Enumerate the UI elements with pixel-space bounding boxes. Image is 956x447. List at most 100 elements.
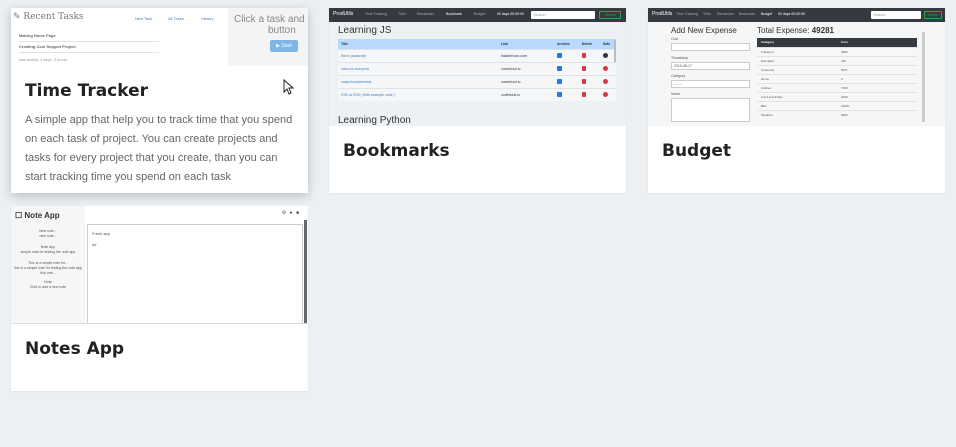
col-header: Category [757, 38, 837, 47]
note-icon: ☐ [15, 211, 23, 220]
bookmarks-screenshot: ProdUtils Time Tracking ToDo Remainder B… [329, 8, 626, 126]
click-task-prompt: Click a task and h button [234, 14, 308, 36]
nav-history: History [201, 16, 214, 21]
list-item: This is a simple note for... this is a s… [14, 261, 82, 275]
nav-item: 00 days 00:00:00 [497, 12, 524, 16]
note-editor: Fresh app ## [87, 224, 303, 323]
task-row: Making Home Page [19, 33, 56, 38]
nav-item: Bookmark [739, 12, 755, 16]
nav-item: Time Tracking [365, 12, 387, 16]
notes-sidebar: ☐ Note App New note... new note... Note … [11, 206, 85, 323]
field-label: Notes [671, 92, 681, 96]
col-header: Cost [837, 38, 917, 47]
archive-icon [557, 52, 562, 58]
window-controls: ⚙ ● ■ [281, 210, 300, 216]
delete-icon [581, 52, 586, 58]
nav-item: Budget [474, 12, 486, 16]
scrollbar [922, 32, 925, 122]
project-card-bookmarks[interactable]: ProdUtils Time Tracking ToDo Remainder B… [329, 8, 626, 193]
table-row: University 3571 [757, 64, 917, 74]
search-button: Search [924, 11, 942, 19]
nav-item: Remainder [717, 12, 735, 16]
category-select: ------- [671, 80, 750, 88]
nav-all-tasks: All Tasks [168, 16, 184, 21]
notes-screenshot: ☐ Note App New note... new note... Note … [11, 206, 308, 324]
project-card-time-tracker[interactable]: ✎ Recent Tasks New Task All Tasks Histor… [11, 8, 308, 193]
budget-screenshot: ProdUtils Time Tracking ToDo Remainder B… [648, 8, 945, 126]
safe-icon [602, 52, 608, 58]
table-row: Home 0 [757, 73, 917, 83]
table-row: Transport 4850 [757, 46, 917, 56]
divider [19, 41, 159, 42]
bookmark-title: vuejs-fundamentals [338, 74, 498, 88]
card-title: Notes App [25, 339, 125, 359]
timestamp-field: 2019-08-17 [671, 62, 750, 70]
bookmark-link: vueschool.io [498, 74, 554, 88]
editor-line: ## [92, 242, 97, 247]
total-expense: Total Expense: 49281 [757, 26, 834, 35]
recent-tasks-panel: ✎ Recent Tasks New Task All Tasks Histor… [11, 8, 228, 66]
table-row: Education 440 [757, 55, 917, 65]
form-title: Add New Expense [671, 26, 737, 35]
project-card-budget[interactable]: ProdUtils Time Tracking ToDo Remainder B… [648, 8, 945, 193]
list-item: Note App simple note for testing the not… [20, 245, 76, 254]
folder-heading: Learning JS [338, 25, 392, 36]
mouse-cursor-icon [283, 79, 295, 95]
cost-field [671, 43, 750, 51]
bookmarks-table: Title Link Archive Delete Safe this in j… [338, 39, 616, 101]
app-title: ☐ Note App [15, 211, 60, 220]
card-title: Budget [662, 141, 732, 161]
project-card-notes[interactable]: ☐ Note App New note... new note... Note … [11, 206, 308, 391]
table-row: this in javascript hackernoon.com [338, 48, 616, 62]
nav-item: Time Tracking [676, 12, 698, 16]
delete-icon [581, 78, 586, 84]
folder-heading: Learning Python [338, 115, 411, 126]
unsafe-icon [602, 78, 608, 84]
bookmark-title: vuex-for-everyone [338, 61, 498, 75]
table-row: vuex-for-everyone vueschool.io [338, 61, 616, 75]
delete-icon [581, 65, 586, 71]
scrollbar [614, 40, 616, 62]
editor-title: Fresh app [92, 231, 111, 236]
last-activity: last activity 4 days, 3 hours [19, 57, 68, 62]
brand: ProdUtils [333, 11, 354, 17]
notes-field [671, 98, 750, 122]
bookmark-link: vueschool.io [498, 61, 554, 75]
search-input: Search [871, 11, 921, 19]
divider [19, 52, 159, 53]
play-icon: ▶ [276, 43, 280, 49]
col-header: Title [338, 39, 498, 49]
col-header: Archive [554, 39, 579, 49]
bookmark-link: codeburst.io [498, 87, 554, 101]
table-row: ES6 vs ES5 ( With example code ) codebur… [338, 87, 616, 101]
navbar: ProdUtils Time Tracking ToDo Remainder B… [648, 8, 945, 22]
unsafe-icon [602, 65, 608, 71]
task-row: Creating Cool Snippet Project [19, 44, 76, 49]
archive-icon [557, 78, 562, 84]
list-item: New note... new note... [39, 229, 57, 238]
brand: ProdUtils [652, 11, 673, 17]
bookmark-title: ES6 vs ES5 ( With example code ) [338, 87, 498, 101]
archive-icon [557, 65, 562, 71]
table-row: Medicine 6900 [757, 109, 917, 119]
table-row: Bills 19220 [757, 100, 917, 110]
archive-icon [557, 91, 562, 97]
feather-icon: ✎ [13, 12, 21, 22]
unsafe-icon [602, 91, 608, 97]
search-input: Search [531, 11, 595, 19]
start-panel: Click a task and h button ▶ Start [228, 8, 308, 66]
time-tracker-screenshot: ✎ Recent Tasks New Task All Tasks Histor… [11, 8, 308, 66]
recent-tasks-heading: ✎ Recent Tasks [13, 12, 84, 22]
card-title: Time Tracker [25, 81, 149, 101]
table-row: vuejs-fundamentals vueschool.io [338, 74, 616, 88]
table-row: Clothes 7360 [757, 82, 917, 92]
start-button: ▶ Start [270, 40, 298, 52]
field-label: Category [671, 74, 686, 78]
nav-item: ToDo [703, 12, 712, 16]
nav-item: Remainder [417, 12, 435, 16]
nav-new-task: New Task [135, 16, 153, 21]
search-button: Search [599, 11, 621, 19]
delete-icon [581, 91, 586, 97]
table-row: Food and drinks 2200 [757, 91, 917, 101]
bookmark-link: hackernoon.com [498, 48, 554, 62]
